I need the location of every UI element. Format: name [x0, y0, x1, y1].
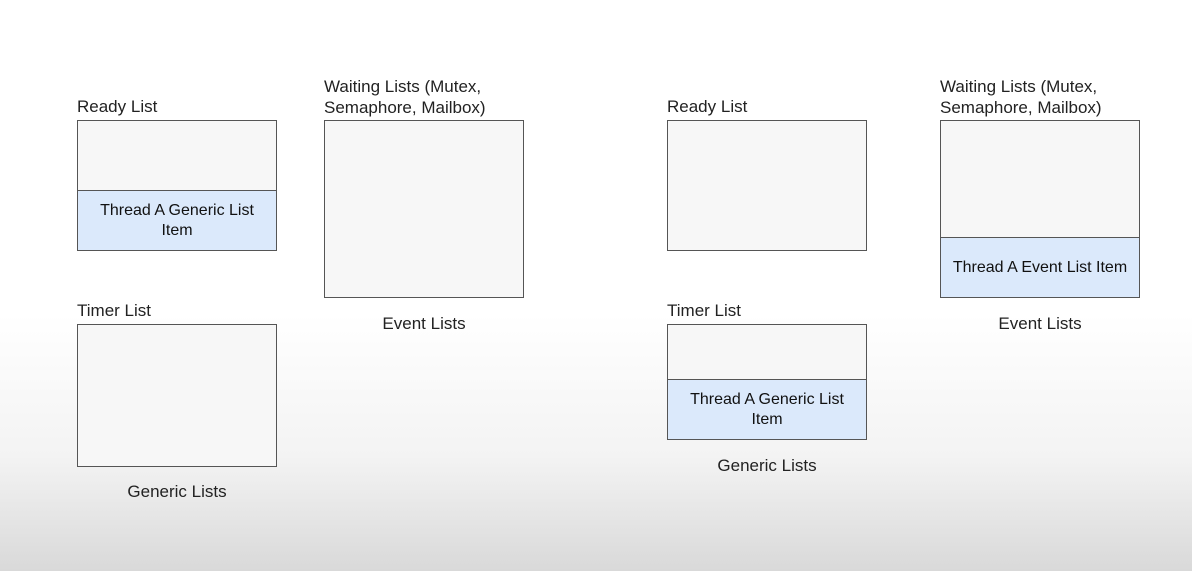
right-event-lists-caption: Event Lists: [940, 314, 1140, 334]
right-generic-lists-caption: Generic Lists: [667, 456, 867, 476]
left-ready-list-item: Thread A Generic List Item: [78, 190, 276, 250]
right-timer-list-label: Timer List: [667, 300, 741, 321]
diagram-canvas: Ready List Thread A Generic List Item Ti…: [0, 0, 1192, 571]
left-generic-lists-caption: Generic Lists: [77, 482, 277, 502]
right-waiting-lists-box: Thread A Event List Item: [940, 120, 1140, 298]
right-timer-list-item: Thread A Generic List Item: [668, 379, 866, 439]
right-waiting-lists-item: Thread A Event List Item: [941, 237, 1139, 297]
right-timer-list-box: Thread A Generic List Item: [667, 324, 867, 440]
left-timer-list-box: [77, 324, 277, 467]
right-ready-list-label: Ready List: [667, 96, 747, 117]
right-ready-list-box: [667, 120, 867, 251]
left-ready-list-box: Thread A Generic List Item: [77, 120, 277, 251]
left-waiting-lists-box: [324, 120, 524, 298]
left-waiting-lists-label: Waiting Lists (Mutex, Semaphore, Mailbox…: [324, 76, 486, 119]
left-event-lists-caption: Event Lists: [324, 314, 524, 334]
left-ready-list-label: Ready List: [77, 96, 157, 117]
right-waiting-lists-label: Waiting Lists (Mutex, Semaphore, Mailbox…: [940, 76, 1102, 119]
left-timer-list-label: Timer List: [77, 300, 151, 321]
